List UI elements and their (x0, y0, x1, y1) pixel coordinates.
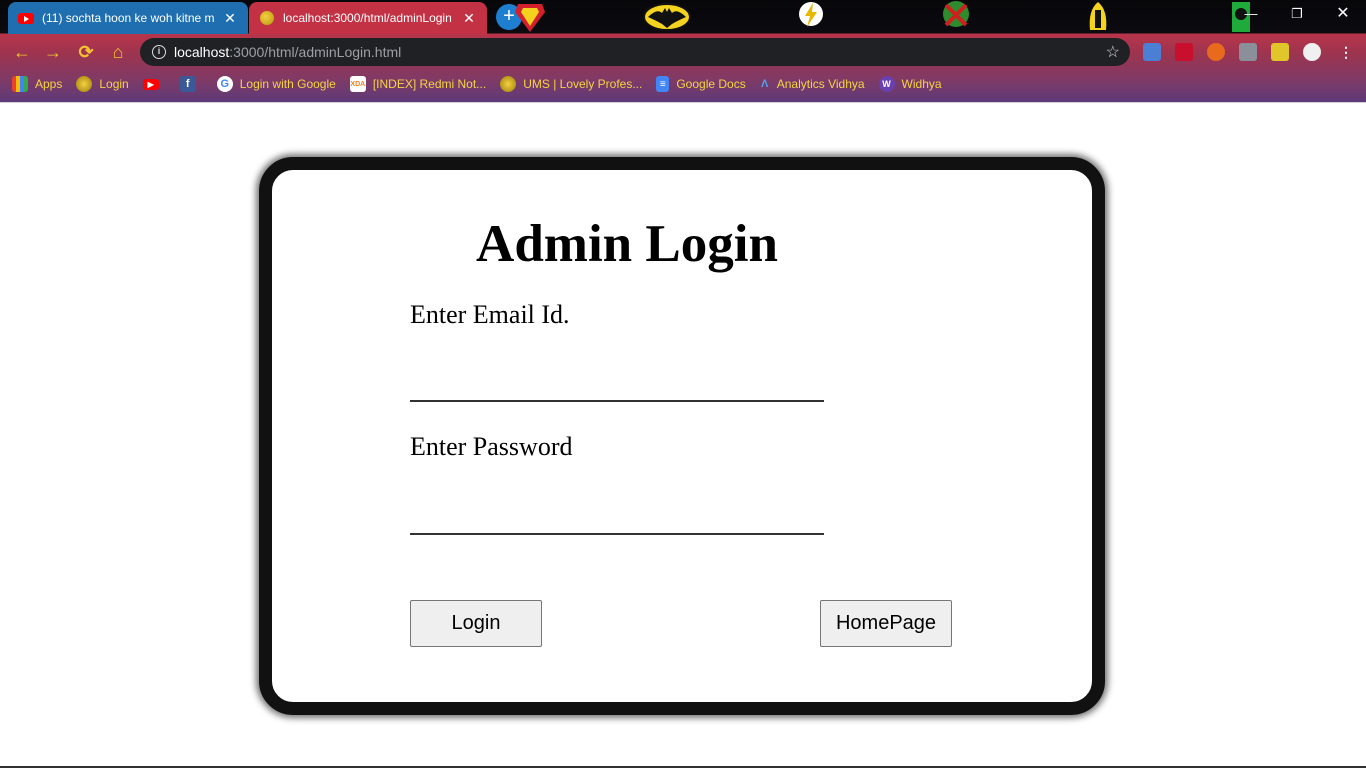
extension-icon[interactable] (1239, 43, 1257, 61)
info-icon[interactable]: i (152, 45, 166, 59)
tab-strip: (11) sochta hoon ke woh kitne m ✕ localh… (0, 0, 1366, 34)
login-button[interactable]: Login (410, 600, 542, 647)
url-path: :3000/html/adminLogin.html (229, 44, 402, 60)
globe-icon (76, 76, 93, 92)
bookmark-label: Widhya (901, 77, 942, 91)
page-divider (0, 102, 1366, 103)
login-card: Admin Login Enter Email Id. Enter Passwo… (259, 157, 1105, 715)
bookmark-apps[interactable]: Apps (12, 76, 62, 92)
email-field[interactable] (410, 368, 824, 402)
email-label: Enter Email Id. (410, 300, 570, 329)
google-icon: G (216, 76, 233, 92)
close-tab-icon[interactable]: ✕ (461, 10, 477, 27)
home-icon[interactable]: ⌂ (106, 40, 130, 64)
bookmark-label: Login (99, 77, 129, 91)
bookmark-ums[interactable]: UMS | Lovely Profes... (500, 76, 642, 92)
close-tab-icon[interactable]: ✕ (222, 10, 238, 27)
xda-icon: XDA (349, 76, 366, 92)
tab-admin-login[interactable]: localhost:3000/html/adminLogin ✕ (249, 2, 487, 34)
bookmarks-bar: Apps Login ▶ f G Login with Google XDA [… (0, 70, 1366, 98)
bookmark-star-icon[interactable]: ☆ (1106, 42, 1120, 62)
homepage-button[interactable]: HomePage (820, 600, 952, 647)
password-field[interactable] (410, 501, 824, 535)
restore-button[interactable]: ❐ (1274, 0, 1320, 30)
menu-kebab-icon[interactable]: ⋮ (1334, 40, 1358, 64)
page-title: Admin Login (476, 215, 778, 273)
batman-logo-icon (643, 3, 691, 31)
back-arrow-icon[interactable]: ← (10, 40, 34, 64)
bookmark-youtube[interactable]: ▶ (142, 78, 166, 90)
minimize-button[interactable]: — (1228, 0, 1274, 30)
globe-icon (259, 10, 275, 26)
martian-logo-icon (943, 1, 969, 27)
address-bar[interactable]: i localhost:3000/html/adminLogin.html ☆ (140, 38, 1130, 66)
profile-avatar[interactable] (1303, 43, 1321, 61)
tab-youtube[interactable]: (11) sochta hoon ke woh kitne m ✕ (8, 2, 248, 34)
video-extension-icon[interactable] (1175, 43, 1193, 61)
puzzle-extension-icon[interactable] (1271, 43, 1289, 61)
apps-grid-icon (12, 76, 28, 92)
aquaman-logo-icon (1089, 2, 1107, 30)
password-label: Enter Password (410, 432, 573, 461)
tab-title: (11) sochta hoon ke woh kitne m (42, 11, 215, 25)
youtube-icon (18, 10, 34, 26)
bookmark-label: Analytics Vidhya (776, 77, 865, 91)
widhya-icon: W (878, 76, 895, 92)
translate-extension-icon[interactable] (1143, 43, 1161, 61)
bookmark-facebook[interactable]: f (179, 76, 203, 92)
analytics-icon: Λ (761, 78, 769, 90)
browser-toolbar: ← → ⟳ ⌂ i localhost:3000/html/adminLogin… (0, 34, 1366, 70)
superman-logo-icon (515, 4, 545, 32)
bookmark-login[interactable]: Login (76, 76, 129, 92)
forward-arrow-icon[interactable]: → (41, 40, 65, 64)
extension-icon[interactable] (1207, 43, 1225, 61)
close-window-button[interactable]: ✕ (1320, 0, 1366, 30)
bookmark-widhya[interactable]: W Widhya (878, 76, 942, 92)
docs-icon: ≡ (656, 76, 670, 92)
flash-logo-icon (799, 2, 823, 27)
bookmark-label: Apps (35, 77, 63, 91)
url-host: localhost (174, 44, 230, 60)
youtube-icon: ▶ (142, 78, 159, 90)
bookmark-label: [INDEX] Redmi Not... (372, 77, 487, 91)
tab-title: localhost:3000/html/adminLogin (283, 11, 452, 25)
bookmark-label: Login with Google (239, 77, 336, 91)
browser-chrome: (11) sochta hoon ke woh kitne m ✕ localh… (0, 0, 1366, 103)
bookmark-redmi[interactable]: XDA [INDEX] Redmi Not... (349, 76, 487, 92)
reload-icon[interactable]: ⟳ (74, 40, 98, 64)
bookmark-label: UMS | Lovely Profes... (523, 77, 643, 91)
bookmark-label: Google Docs (676, 77, 746, 91)
bookmark-analytics-vidhya[interactable]: Λ Analytics Vidhya (760, 76, 865, 92)
bookmark-login-with-google[interactable]: G Login with Google (216, 76, 336, 92)
bookmark-google-docs[interactable]: ≡ Google Docs (656, 76, 746, 92)
globe-icon (500, 76, 517, 92)
facebook-icon: f (179, 76, 196, 92)
